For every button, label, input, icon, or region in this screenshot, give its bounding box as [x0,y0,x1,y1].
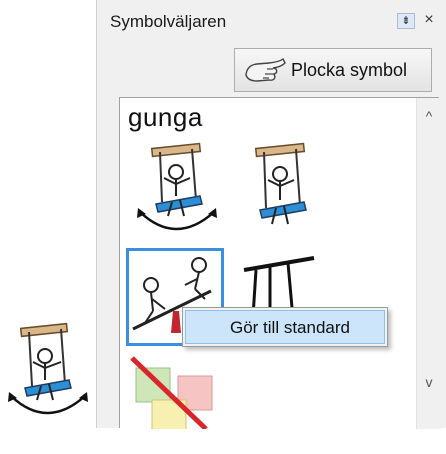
symbol-list-scrollbar[interactable]: ^ v [416,98,441,429]
pin-button[interactable]: ⇟ [397,13,415,29]
panel-title: Symbolväljaren [110,12,227,31]
scroll-up-icon[interactable]: ^ [419,106,439,126]
pick-symbol-label: Plocka symbol [291,60,408,80]
pointing-hand-icon [245,57,286,82]
menu-item-set-default[interactable]: Gör till standard [185,310,385,344]
symbol-list[interactable]: gunga ^ v [119,97,441,431]
symbol-cell[interactable] [126,356,224,454]
close-button[interactable]: × [419,10,439,30]
context-menu: Gör till standard [182,307,388,347]
symbol-cell[interactable] [230,142,328,240]
swing-symbol [254,142,307,225]
close-icon: × [424,11,434,28]
scroll-down-icon[interactable]: v [419,372,439,392]
pick-symbol-button[interactable]: Plocka symbol [234,48,432,92]
document-canvas[interactable] [0,0,96,428]
search-word: gunga [128,102,203,132]
no-symbol [130,356,213,431]
pin-icon: ⇟ [401,15,411,27]
placed-swing-symbol[interactable] [5,318,91,424]
symbol-cell[interactable] [126,142,224,240]
swing-arrows-symbol [137,142,217,231]
menu-item-label: Gör till standard [230,318,350,337]
